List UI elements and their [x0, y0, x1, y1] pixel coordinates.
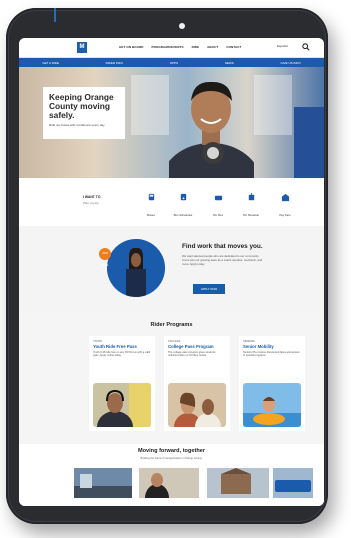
- shortcut-label: Buses: [147, 213, 155, 217]
- nav-link-get-on-board[interactable]: GET ON BOARD: [119, 45, 144, 49]
- nav-link-ride[interactable]: RIDE: [192, 45, 200, 49]
- quick-link-rider-info[interactable]: RIDER INFO: [106, 61, 123, 65]
- i-want-to-panel: I WANT TO Plan my trip Buses Bus Schedul…: [35, 183, 308, 220]
- seniors-program-photo: [243, 383, 301, 427]
- rider-programs-section: Rider Programs YOUTH Youth Ride Free Pas…: [19, 312, 324, 444]
- shortcut-buses[interactable]: Buses: [138, 189, 164, 217]
- site-logo[interactable]: M: [77, 42, 87, 53]
- forward-photo-2[interactable]: [139, 468, 199, 498]
- tablet-screen: M GET ON BOARD PROGRAMS/EVENTS RIDE ABOU…: [19, 38, 324, 506]
- nav-link-contact[interactable]: CONTACT: [226, 45, 241, 49]
- employee-illustration: [107, 239, 165, 297]
- camera-dot: [179, 23, 185, 29]
- careers-description: We want talented people who are dedicate…: [182, 254, 263, 266]
- program-name[interactable]: College Pass Program: [168, 344, 226, 349]
- streetcar-icon: [248, 193, 254, 201]
- college-program-photo: [168, 383, 226, 427]
- program-description: Youth 6-18 ride free on any OCTA bus wit…: [93, 351, 151, 358]
- apply-button[interactable]: APPLY NOW: [193, 284, 225, 294]
- bus-seat: [294, 107, 324, 178]
- shortcut-pay-fare[interactable]: Pay Fare: [272, 189, 298, 217]
- shortcut-oc-flex[interactable]: OC Flex: [205, 189, 231, 217]
- program-description: Seniors 65+ receive discounted fares and…: [243, 351, 300, 358]
- careers-title: Find work that moves you.: [182, 243, 263, 250]
- quick-access-bar: GET A RIDE RIDER INFO OPPS NEWS GIVE US …: [19, 58, 324, 67]
- moving-forward-section: Moving forward, together Building the fu…: [19, 444, 324, 506]
- program-description: The college pass program gives students …: [168, 351, 216, 358]
- hero-subtitle: Ride our buses with confidence every day…: [49, 123, 106, 127]
- shortcut-label: Bus Schedules: [173, 213, 193, 217]
- i-want-to-label: I WANT TO: [83, 195, 101, 199]
- hero-banner: Keeping Orange County moving safely. Rid…: [19, 67, 324, 178]
- youth-program-photo: [93, 383, 151, 427]
- rider-programs-title: Rider Programs: [150, 322, 193, 328]
- program-card-college[interactable]: COLLEGE College Pass Program The college…: [164, 336, 230, 431]
- forward-photo-3[interactable]: [207, 468, 269, 498]
- fare-card-icon: [281, 193, 289, 202]
- hero-rider-photo: [169, 81, 254, 178]
- hero-title: Keeping Orange County moving safely.: [49, 92, 114, 120]
- program-kicker: YOUTH: [93, 340, 103, 343]
- shortcut-label: OC Streetcar: [242, 213, 260, 217]
- moving-forward-subtitle: Building the future of transportation in…: [140, 457, 203, 460]
- i-want-to-dropdown[interactable]: Plan my trip: [83, 201, 99, 205]
- schedule-bus-icon: [180, 193, 186, 201]
- careers-badge: JOIN OCTA: [99, 248, 111, 267]
- program-name[interactable]: Youth Ride Free Pass: [93, 344, 151, 349]
- hero-card: Keeping Orange County moving safely. Rid…: [43, 87, 125, 139]
- nav-links: GET ON BOARD PROGRAMS/EVENTS RIDE ABOUT …: [119, 45, 241, 49]
- language-toggle[interactable]: Español: [277, 44, 288, 48]
- program-kicker: COLLEGE: [168, 340, 181, 343]
- van-icon: [214, 195, 222, 201]
- moving-forward-title: Moving forward, together: [137, 448, 206, 454]
- frame-accent: [54, 8, 56, 22]
- quick-link-get-a-ride[interactable]: GET A RIDE: [42, 61, 59, 65]
- quick-link-opps[interactable]: OPPS: [170, 61, 178, 65]
- bus-window: [254, 75, 292, 135]
- search-icon[interactable]: [302, 43, 310, 51]
- program-card-youth[interactable]: YOUTH Youth Ride Free Pass Youth 6-18 ri…: [89, 336, 155, 431]
- quick-link-news[interactable]: NEWS: [225, 61, 234, 65]
- shortcut-label: OC Flex: [212, 213, 224, 217]
- program-name[interactable]: Senior Mobility: [243, 344, 301, 349]
- quick-link-give-info[interactable]: GIVE US INFO: [280, 61, 300, 65]
- shortcut-label: Pay Fare: [279, 213, 291, 217]
- shortcut-schedules[interactable]: Bus Schedules: [170, 189, 196, 217]
- tablet-frame: M GET ON BOARD PROGRAMS/EVENTS RIDE ABOU…: [6, 8, 328, 524]
- careers-photo: [107, 239, 165, 297]
- shortcut-streetcar[interactable]: OC Streetcar: [238, 189, 264, 217]
- nav-link-about[interactable]: ABOUT: [207, 45, 218, 49]
- nav-link-programs[interactable]: PROGRAMS/EVENTS: [152, 45, 184, 49]
- bus-window: [131, 75, 169, 135]
- forward-photo-1[interactable]: [74, 468, 132, 498]
- bus-icon: [148, 193, 154, 201]
- program-kicker: SENIORS: [243, 340, 255, 343]
- careers-section: JOIN OCTA Find work that moves you. We w…: [19, 226, 324, 312]
- forward-photo-4[interactable]: [273, 468, 313, 498]
- top-navigation: M GET ON BOARD PROGRAMS/EVENTS RIDE ABOU…: [19, 38, 324, 58]
- program-card-seniors[interactable]: SENIORS Senior Mobility Seniors 65+ rece…: [239, 336, 305, 431]
